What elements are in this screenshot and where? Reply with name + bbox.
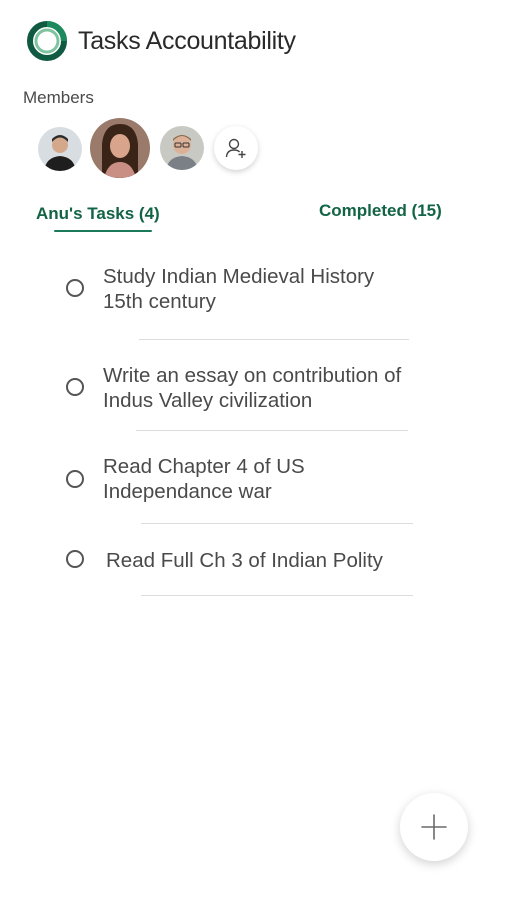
members-label: Members [23,88,94,107]
task-title[interactable]: Study Indian Medieval History 15th centu… [103,264,453,314]
add-member-button[interactable] [214,126,258,170]
active-tab-indicator [54,230,152,232]
task-title[interactable]: Read Chapter 4 of US Independance war [103,454,453,504]
task-line-2: 15th century [103,290,216,313]
plus-icon [421,814,447,840]
add-task-button[interactable] [400,793,468,861]
add-person-icon [225,138,246,158]
task-line-2: Independance war [103,480,272,503]
task-title[interactable]: Write an essay on contribution of Indus … [103,363,453,413]
task-line-1: Read Full Ch 3 of Indian Polity [106,549,383,572]
task-checkbox[interactable] [66,550,84,568]
avatar-member-2[interactable] [90,118,150,178]
task-divider [136,430,408,431]
avatar-member-1[interactable] [38,127,82,171]
tab-completed[interactable]: Completed (15) [319,201,442,221]
task-line-1: Study Indian Medieval History [103,265,375,288]
task-checkbox[interactable] [66,470,84,488]
task-title[interactable]: Read Full Ch 3 of Indian Polity [106,548,456,573]
app-title: Tasks Accountability [78,26,296,55]
app-logo-icon [27,21,67,61]
task-divider [139,339,409,340]
avatar-member-3[interactable] [160,126,204,170]
task-line-2: Indus Valley civilization [103,389,313,412]
members-row [38,118,258,178]
task-divider [141,523,413,524]
task-line-1: Read Chapter 4 of US [103,455,305,478]
tab-my-tasks[interactable]: Anu's Tasks (4) [36,204,160,224]
app-header: Tasks Accountability [26,20,296,62]
task-divider [141,595,413,596]
task-checkbox[interactable] [66,378,84,396]
task-line-1: Write an essay on contribution of [103,364,402,387]
task-checkbox[interactable] [66,279,84,297]
